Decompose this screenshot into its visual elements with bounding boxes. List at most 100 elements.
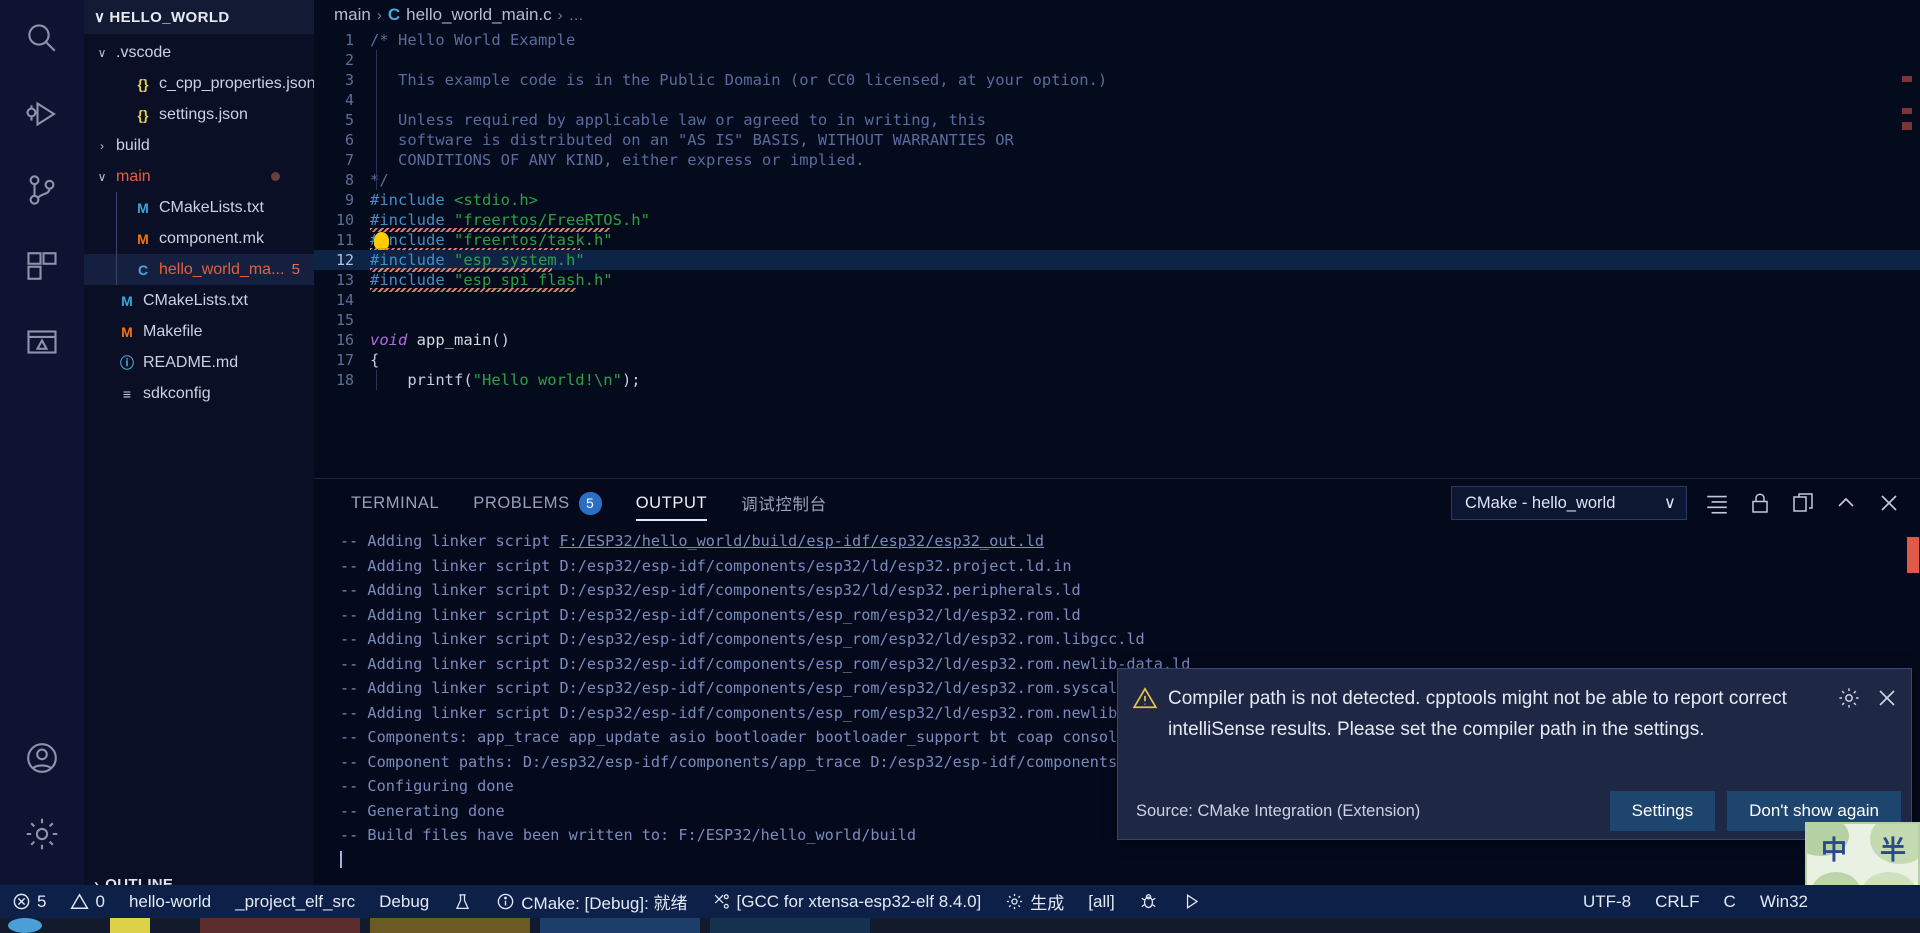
settings-gear-icon[interactable] [0, 796, 84, 872]
code-line[interactable]: 15 [314, 310, 1920, 330]
tree-item--vscode[interactable]: ∨ .vscode [84, 37, 314, 68]
tree-item-sdkconfig[interactable]: ≡ sdkconfig [84, 378, 314, 409]
close-icon[interactable] [1875, 686, 1899, 715]
tree-item-main[interactable]: ∨ main [84, 161, 314, 192]
code-line[interactable]: 2 [314, 50, 1920, 70]
taskbar-item-5[interactable] [540, 918, 700, 933]
output-text: -- Adding linker script [340, 532, 560, 550]
tree-item-readme-md[interactable]: ⓘ README.md [84, 347, 314, 378]
tree-item-settings-json[interactable]: {} settings.json [84, 99, 314, 130]
close-panel-icon[interactable] [1876, 490, 1902, 516]
tree-item-build[interactable]: › build [84, 130, 314, 161]
status-label: hello-world [128, 891, 212, 911]
account-icon[interactable] [0, 720, 84, 796]
taskbar-item-1[interactable] [8, 918, 42, 933]
clear-output-icon[interactable] [1704, 490, 1730, 516]
output-line: -- Adding linker script D:/esp32/esp-idf… [340, 581, 1081, 599]
chevron-down-icon[interactable]: ∨ [93, 170, 111, 184]
ime-halfwidth-mode[interactable]: 半 [1880, 830, 1906, 867]
tools-icon [712, 892, 731, 911]
code-line[interactable]: 13 #include "esp_spi_flash.h" [314, 270, 1920, 292]
status-eol[interactable]: CRLF [1643, 885, 1711, 918]
code-line[interactable]: 10 #include "freertos/FreeRTOS.h" [314, 210, 1920, 232]
status-encoding[interactable]: UTF-8 [1571, 885, 1643, 918]
panel-action-bar: CMake - hello_world ∨ [1451, 479, 1902, 527]
code-line[interactable]: 16 void app_main() [314, 330, 1920, 350]
status-test-button[interactable] [441, 885, 484, 918]
chevron-down-icon[interactable]: ∨ [93, 46, 111, 60]
status-label: 5 [37, 891, 47, 911]
status-build-variant[interactable]: Debug [367, 885, 441, 918]
ime-chinese-mode[interactable]: 中 [1821, 830, 1847, 867]
status-platform[interactable]: Win32 [1748, 885, 1820, 918]
search-icon[interactable] [0, 0, 84, 76]
panel-tab-problems[interactable]: PROBLEMS 5 [456, 479, 619, 527]
code-token: "esp_system.h" [454, 251, 585, 269]
taskbar-item-3[interactable] [200, 918, 360, 933]
tree-item-c-cpp-properties-json[interactable]: {} c_cpp_properties.json [84, 68, 314, 99]
explorer-title-row[interactable]: ∨ HELLO_WORLD [84, 0, 314, 34]
extensions-icon[interactable] [0, 228, 84, 304]
scrollbar-thumb[interactable] [1907, 537, 1919, 573]
code-line[interactable]: 12 #include "esp_system.h" [314, 250, 1920, 272]
text-caret [340, 850, 342, 868]
chevron-right-icon[interactable]: › [93, 139, 111, 153]
taskbar-item-2[interactable] [110, 918, 150, 933]
code-line[interactable]: 11 #include "freertos/task.h" [314, 230, 1920, 252]
tree-item-makefile[interactable]: M Makefile [84, 316, 314, 347]
tree-item-cmakelists-txt[interactable]: M CMakeLists.txt [84, 192, 314, 223]
split-editor-icon[interactable] [1790, 490, 1816, 516]
taskbar-item-6[interactable] [710, 918, 870, 933]
code-line[interactable]: 4 [314, 90, 1920, 110]
breadcrumb-more[interactable]: … [569, 7, 584, 24]
settings-button[interactable]: Settings [1609, 791, 1716, 831]
breadcrumb-folder[interactable]: main [334, 5, 371, 25]
code-line[interactable]: 1 /* Hello World Example [314, 30, 1920, 50]
code-line[interactable]: 18 printf("Hello world!\n"); [314, 370, 1920, 390]
status-error-count[interactable]: 5 [0, 885, 58, 918]
code-line[interactable]: 9 #include <stdio.h> [314, 190, 1920, 210]
run-debug-icon[interactable] [0, 76, 84, 152]
output-channel-picker[interactable]: CMake - hello_world ∨ [1451, 486, 1687, 520]
panel-tab-terminal[interactable]: TERMINAL [334, 479, 456, 527]
panel-tab-output[interactable]: OUTPUT [619, 479, 724, 527]
explorer-chevron-icon[interactable]: ∨ [94, 8, 105, 26]
status-build-button[interactable]: 生成 [993, 885, 1076, 918]
source-control-icon[interactable] [0, 152, 84, 228]
esp-idf-icon[interactable] [0, 304, 84, 380]
breadcrumb[interactable]: main › C hello_world_main.c › … [314, 0, 1920, 30]
status-warning-count[interactable]: 0 [58, 885, 116, 918]
code-line[interactable]: 5 Unless required by applicable law or a… [314, 110, 1920, 130]
maximize-panel-icon[interactable] [1833, 490, 1859, 516]
tree-item-cmakelists-txt[interactable]: M CMakeLists.txt [84, 285, 314, 316]
code-line[interactable]: 6 software is distributed on an "AS IS" … [314, 130, 1920, 150]
code-lines[interactable]: 1/* Hello World Example 2 3 This example c… [314, 30, 1920, 390]
notification-body: Compiler path is not detected. cpptools … [1118, 669, 1911, 745]
minimap-marker-error-3 [1902, 122, 1912, 130]
code-line[interactable]: 17 { [314, 350, 1920, 370]
taskbar-item-4[interactable] [370, 918, 530, 933]
status-debug-button[interactable] [1127, 885, 1170, 918]
gear-icon[interactable] [1837, 686, 1861, 715]
panel-tab-调试控制台[interactable]: 调试控制台 [724, 479, 844, 527]
status-kit-selector[interactable]: [GCC for xtensa-esp32-elf 8.4.0] [700, 885, 994, 918]
code-editor[interactable]: main › C hello_world_main.c › … 1 /* Hell… [314, 0, 1920, 478]
code-line[interactable]: 14 [314, 290, 1920, 310]
output-link[interactable]: F:/ESP32/hello_world/build/esp-idf/esp32… [559, 532, 1044, 550]
code-line[interactable]: 8 */ [314, 170, 1920, 190]
tree-item-hello-world-ma-[interactable]: Chello_world_ma... 5 [84, 254, 314, 285]
status-project-name[interactable]: hello-world [117, 885, 223, 918]
code-line[interactable]: 7 CONDITIONS OF ANY KIND, either express… [314, 150, 1920, 170]
status-target-name[interactable]: _project_elf_src [223, 885, 367, 918]
status-run-button[interactable] [1170, 885, 1213, 918]
lock-icon[interactable] [1747, 490, 1773, 516]
breadcrumb-file[interactable]: hello_world_main.c [406, 5, 552, 25]
status-cmake-status[interactable]: CMake: [Debug]: 就绪 [484, 885, 699, 918]
lightbulb-quickfix-icon[interactable] [374, 232, 389, 252]
notification-toast[interactable]: Compiler path is not detected. cpptools … [1117, 668, 1912, 840]
status-language-mode[interactable]: C [1712, 885, 1748, 918]
code-line[interactable]: 3 This example code is in the Public Dom… [314, 70, 1920, 90]
notification-footer: Source: CMake Integration (Extension) Se… [1118, 783, 1911, 839]
tree-item-component-mk[interactable]: Mcomponent.mk [84, 223, 314, 254]
status-build-target[interactable]: [all] [1076, 885, 1126, 918]
